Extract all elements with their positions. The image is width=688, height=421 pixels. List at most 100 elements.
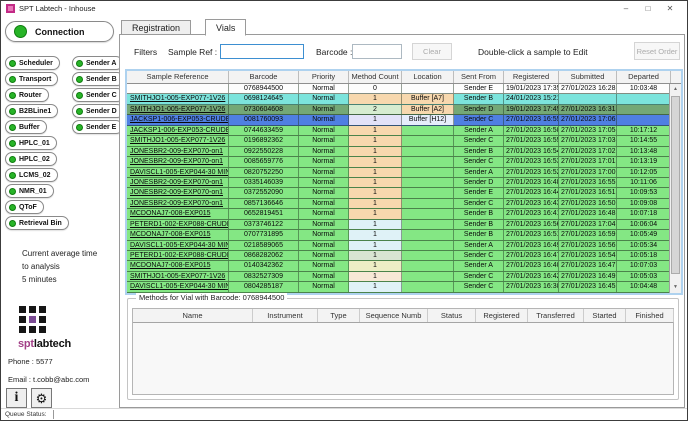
cell-method-count: 1 — [349, 261, 402, 270]
sidebar-item-sender-d[interactable]: Sender D — [72, 104, 124, 118]
status-dot-icon — [9, 124, 16, 131]
table-row[interactable]: SMITHJO1-005-EXP077-1V260698124645Normal… — [127, 94, 669, 104]
clear-button[interactable]: Clear — [412, 43, 452, 60]
table-row[interactable]: MCDONAJ7-008-EXP0150707731895Normal1Send… — [127, 230, 669, 240]
methods-column-header-name[interactable]: Name — [133, 309, 253, 322]
table-row[interactable]: SMITHJO1-005-EXP077-1V260832527309Normal… — [127, 272, 669, 282]
table-row[interactable]: PETERD1-002-EXP088-CRUDE0373746122Normal… — [127, 220, 669, 230]
methods-column-header-finished[interactable]: Finished — [626, 309, 674, 322]
table-row[interactable]: SMITHJO1-005-EXP077-1V260730604608Normal… — [127, 105, 669, 115]
cell-location — [402, 199, 454, 208]
sidebar-item-sender-a[interactable]: Sender A — [72, 56, 123, 70]
cell-submitted: 27/01/2023 17:06 — [559, 115, 617, 124]
cell-departed: 10:07:18 — [617, 209, 671, 218]
scroll-up-icon[interactable]: ▲ — [670, 84, 681, 95]
table-row[interactable]: DAVISCL1-005-EXP044-30 MINS0218589065Nor… — [127, 241, 669, 251]
cell-method-count: 1 — [349, 241, 402, 250]
sidebar-item-transport[interactable]: Transport — [5, 72, 58, 86]
column-header-departed[interactable]: Departed — [617, 71, 671, 83]
table-row[interactable]: DAVISCL1-005-EXP044-30 MINS0820752250Nor… — [127, 168, 669, 178]
methods-column-header-instrument[interactable]: Instrument — [253, 309, 318, 322]
methods-column-header-type[interactable]: Type — [318, 309, 360, 322]
cell-sample-reference: SMITHJO1-005-EXP077-1V26 — [127, 94, 229, 103]
cell-registered: 27/01/2023 16:40 — [504, 261, 559, 270]
minimize-button[interactable]: – — [615, 4, 637, 13]
sidebar-item-sender-b[interactable]: Sender B — [72, 72, 124, 86]
cell-sent-from: Sender A — [454, 126, 504, 135]
cell-priority: Normal — [299, 199, 349, 208]
status-dot-icon — [9, 172, 16, 179]
methods-column-header-transferred[interactable]: Transferred — [528, 309, 584, 322]
cell-method-count: 1 — [349, 230, 402, 239]
sidebar-item-hplc-02[interactable]: HPLC_02 — [5, 152, 57, 166]
cell-sample-reference: JONESBR2-009-EXP070-on1 — [127, 199, 229, 208]
sidebar-item-sender-e[interactable]: Sender E — [72, 120, 123, 134]
app-icon — [6, 4, 15, 13]
cell-method-count: 1 — [349, 272, 402, 281]
table-row[interactable]: JACKSP1-006-EXP053-CRUDE0744633459Normal… — [127, 126, 669, 136]
cell-sample-reference: MCDONAJ7-008-EXP015 — [127, 209, 229, 218]
connection-button[interactable]: Connection — [5, 21, 114, 42]
sidebar-item-label: HPLC_01 — [19, 140, 50, 147]
table-row[interactable]: JONESBR2-009-EXP070-on10922550228Normal1… — [127, 147, 669, 157]
table-row[interactable]: DAVISCL1-005-EXP044-30 MINS0804285187Nor… — [127, 282, 669, 292]
status-dot-icon — [76, 60, 83, 67]
column-header-barcode[interactable]: Barcode — [229, 71, 299, 83]
sidebar-item-lcms-02[interactable]: LCMS_02 — [5, 168, 58, 182]
info-button[interactable]: i — [6, 388, 27, 408]
sidebar-item-qtof[interactable]: QToF — [5, 200, 44, 214]
cell-priority: Normal — [299, 115, 349, 124]
tab-vials[interactable]: Vials — [205, 19, 246, 36]
scrollbar-thumb[interactable] — [671, 96, 680, 274]
methods-column-header-sequence-numb[interactable]: Sequence Numb — [360, 309, 428, 322]
vertical-scrollbar[interactable]: ▲ ▼ — [669, 84, 681, 293]
close-button[interactable]: ✕ — [659, 4, 681, 13]
sidebar-item-hplc-01[interactable]: HPLC_01 — [5, 136, 57, 150]
table-row[interactable]: JONESBR2-009-EXP070-on10085659776Normal1… — [127, 157, 669, 167]
status-dot-icon — [9, 204, 16, 211]
column-header-sample-reference[interactable]: Sample Reference — [127, 71, 229, 83]
sidebar-item-buffer[interactable]: Buffer — [5, 120, 47, 134]
methods-column-header-started[interactable]: Started — [584, 309, 626, 322]
cell-sent-from: Sender B — [454, 209, 504, 218]
column-header-registered[interactable]: Registered — [504, 71, 559, 83]
connection-label: Connection — [35, 27, 85, 37]
sidebar-item-router[interactable]: Router — [5, 88, 49, 102]
table-row[interactable]: JACKSP1-006-EXP053-CRUDE0081760093Normal… — [127, 115, 669, 125]
sidebar-item-retrieval-bin[interactable]: Retrieval Bin — [5, 216, 69, 230]
sidebar-item-b2bline1[interactable]: B2BLine1 — [5, 104, 58, 118]
cell-sample-reference: DAVISCL1-005-EXP044-30 MINS — [127, 282, 229, 291]
barcode-input[interactable] — [352, 44, 402, 59]
sample-ref-input[interactable] — [220, 44, 304, 59]
table-row[interactable]: JONESBR2-009-EXP070-on10372552090Normal1… — [127, 188, 669, 198]
table-row[interactable]: PETERD1-002-EXP088-CRUDE0868282062Normal… — [127, 251, 669, 261]
column-header-priority[interactable]: Priority — [299, 71, 349, 83]
sidebar-item-nmr-01[interactable]: NMR_01 — [5, 184, 54, 198]
table-row[interactable]: MCDONAJ7-008-EXP0150652819451Normal1Send… — [127, 209, 669, 219]
sidebar-item-scheduler[interactable]: Scheduler — [5, 56, 60, 70]
cell-priority: Normal — [299, 126, 349, 135]
table-row[interactable]: SMITHJO1-005-EXP077-1V260196892362Normal… — [127, 136, 669, 146]
table-row[interactable]: JONESBR2-009-EXP070-on10857136646Normal1… — [127, 199, 669, 209]
cell-location — [402, 282, 454, 291]
settings-button[interactable]: ⚙ — [31, 388, 52, 408]
maximize-button[interactable]: □ — [637, 4, 659, 13]
reset-order-button[interactable]: Reset Order — [634, 42, 680, 60]
scroll-down-icon[interactable]: ▼ — [670, 282, 681, 293]
sidebar-item-sender-c[interactable]: Sender C — [72, 88, 124, 102]
column-header-location[interactable]: Location — [402, 71, 454, 83]
table-row[interactable]: JONESBR2-009-EXP070-on10335146039Normal1… — [127, 178, 669, 188]
column-header-sent-from[interactable]: Sent From — [454, 71, 504, 83]
cell-priority: Normal — [299, 251, 349, 260]
table-row[interactable]: 0768944500Normal0Sender E19/01/2023 17:3… — [127, 84, 669, 94]
methods-column-header-status[interactable]: Status — [428, 309, 476, 322]
column-header-method-count[interactable]: Method Count — [349, 71, 402, 83]
table-row[interactable]: MCDONAJ7-008-EXP0150140342362Normal1Send… — [127, 261, 669, 271]
cell-sample-reference: JONESBR2-009-EXP070-on1 — [127, 147, 229, 156]
methods-table-body — [133, 323, 673, 394]
methods-column-header-registered[interactable]: Registered — [476, 309, 528, 322]
cell-registered: 27/01/2023 16:55 — [504, 136, 559, 145]
cell-sent-from: Sender C — [454, 282, 504, 291]
column-header-submitted[interactable]: Submitted — [559, 71, 617, 83]
cell-submitted: 27/01/2023 17:01 — [559, 157, 617, 166]
